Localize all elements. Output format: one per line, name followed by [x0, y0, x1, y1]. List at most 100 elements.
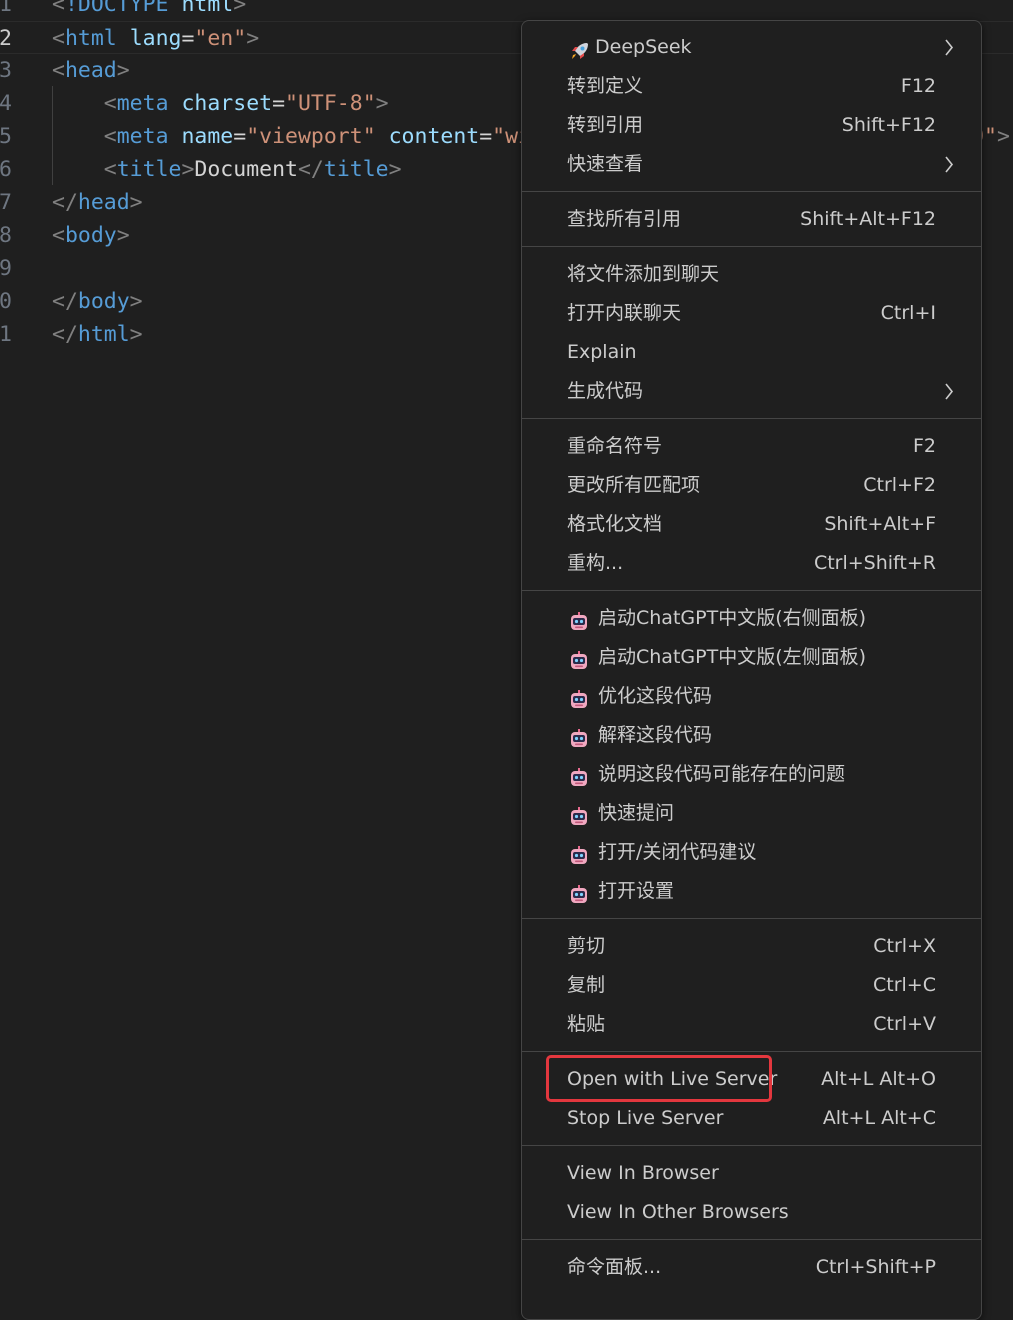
menu-item-label: 格式化文档	[567, 513, 663, 535]
code-token: </	[52, 322, 78, 347]
menu-item-explain[interactable]: Explain	[522, 333, 981, 372]
keyboard-shortcut: F12	[900, 75, 936, 97]
code-token: title	[116, 157, 182, 182]
menu-item-g5-2[interactable]: 粘贴 Ctrl+V	[522, 1005, 981, 1044]
menu-item-g4-7[interactable]: 打开设置	[522, 872, 981, 911]
keyboard-shortcut: F2	[912, 435, 936, 457]
robot-icon	[568, 842, 590, 864]
code-token: <	[52, 58, 65, 83]
menu-item-g3-2[interactable]: 格式化文档 Shift+Alt+F	[522, 505, 981, 544]
menu-item-label: 打开/关闭代码建议	[598, 841, 757, 863]
menu-item-label: 启动ChatGPT中文版(右侧面板)	[598, 607, 867, 629]
keyboard-shortcut: Ctrl+I	[880, 302, 936, 324]
menu-item-label: 剪切	[567, 935, 606, 957]
code-token: <	[52, 0, 65, 17]
menu-item-view-in-browser[interactable]: View In Browser	[522, 1154, 981, 1193]
menu-item-g0-3[interactable]: 快速查看	[522, 145, 981, 184]
code-token: body	[64, 223, 117, 248]
code-token: >	[116, 223, 130, 248]
menu-item-g8-0[interactable]: 命令面板... Ctrl+Shift+P	[522, 1248, 981, 1287]
code-token: Document	[194, 157, 298, 182]
keyboard-shortcut: Ctrl+X	[873, 935, 936, 957]
menu-item-g4-4[interactable]: 说明这段代码可能存在的问题	[522, 755, 981, 794]
menu-item-g4-3[interactable]: 解释这段代码	[522, 716, 981, 755]
menu-separator	[522, 590, 981, 591]
menu-item-g4-0[interactable]: 启动ChatGPT中文版(右侧面板)	[522, 599, 981, 638]
robot-icon	[568, 608, 590, 630]
menu-item-g2-0[interactable]: 将文件添加到聊天	[522, 255, 981, 294]
menu-item-g3-3[interactable]: 重构... Ctrl+Shift+R	[522, 544, 981, 583]
menu-item-stop-live-server[interactable]: Stop Live Server Alt+L Alt+C	[522, 1099, 981, 1138]
code-token: >	[388, 157, 402, 182]
line-number: 4	[0, 91, 12, 116]
code-token: "UTF-8"	[285, 91, 376, 116]
code-token: content	[388, 124, 480, 149]
line-number: 6	[0, 157, 12, 182]
code-token: <	[103, 91, 117, 116]
menu-item-open-with-live-server[interactable]: Open with Live Server Alt+L Alt+O	[522, 1060, 981, 1099]
robot-icon	[568, 803, 590, 825]
code-text: <!DOCTYPE html>	[52, 0, 246, 21]
code-token: =	[181, 26, 195, 51]
keyboard-shortcut: Ctrl+Shift+P	[815, 1256, 936, 1278]
menu-item-g1-0[interactable]: 查找所有引用 Shift+Alt+F12	[522, 200, 981, 239]
code-token: "viewport"	[246, 124, 376, 149]
menu-item-g2-1[interactable]: 打开内联聊天 Ctrl+I	[522, 294, 981, 333]
menu-item-label: 复制	[567, 974, 606, 996]
code-token: lang	[129, 26, 182, 51]
keyboard-shortcut: Shift+Alt+F	[824, 513, 936, 535]
code-token: >	[246, 26, 260, 51]
keyboard-shortcut: Shift+F12	[841, 114, 936, 136]
menu-separator	[522, 918, 981, 919]
menu-item-label: Open with Live Server	[567, 1068, 778, 1090]
code-text: </body>	[52, 285, 143, 318]
code-line[interactable]: 1 <!DOCTYPE html>	[0, 0, 1013, 21]
menu-item-g5-0[interactable]: 剪切 Ctrl+X	[522, 927, 981, 966]
line-number: 7	[0, 190, 12, 215]
rocket-icon	[569, 37, 591, 59]
code-token: </	[52, 289, 78, 314]
menu-item-label: 打开内联聊天	[567, 302, 682, 324]
code-token: >	[997, 124, 1010, 149]
code-token: =	[233, 124, 247, 149]
menu-separator	[522, 191, 981, 192]
menu-item-g3-0[interactable]: 重命名符号 F2	[522, 427, 981, 466]
code-token: html	[181, 0, 234, 17]
keyboard-shortcut: Ctrl+Shift+R	[813, 552, 936, 574]
menu-item-label: 粘贴	[567, 1013, 606, 1035]
code-token: !DOCTYPE	[64, 0, 169, 17]
code-token: >	[129, 190, 143, 215]
menu-separator	[522, 1239, 981, 1240]
menu-item-deepseek[interactable]: DeepSeek	[522, 28, 981, 67]
keyboard-shortcut: Alt+L Alt+C	[822, 1107, 936, 1129]
menu-item-g5-1[interactable]: 复制 Ctrl+C	[522, 966, 981, 1005]
code-token: <	[52, 26, 65, 51]
menu-item-g4-1[interactable]: 启动ChatGPT中文版(左侧面板)	[522, 638, 981, 677]
chevron-right-icon	[941, 28, 957, 67]
menu-item-label: 说明这段代码可能存在的问题	[598, 763, 846, 785]
menu-item-g4-5[interactable]: 快速提问	[522, 794, 981, 833]
code-text: </head>	[52, 186, 143, 219]
menu-item-g0-1[interactable]: 转到定义 F12	[522, 67, 981, 106]
code-text: <title>Document</title>	[52, 153, 402, 186]
menu-item-g4-6[interactable]: 打开/关闭代码建议	[522, 833, 981, 872]
line-number: 8	[0, 223, 12, 248]
menu-item-label: 生成代码	[567, 380, 644, 402]
line-number: 1	[0, 322, 12, 347]
menu-item-g3-1[interactable]: 更改所有匹配项 Ctrl+F2	[522, 466, 981, 505]
robot-icon	[568, 881, 590, 903]
line-number: 1	[0, 0, 12, 17]
menu-item-g2-3[interactable]: 生成代码	[522, 372, 981, 411]
menu-item-g0-2[interactable]: 转到引用 Shift+F12	[522, 106, 981, 145]
menu-item-g4-2[interactable]: 优化这段代码	[522, 677, 981, 716]
keyboard-shortcut: Shift+Alt+F12	[800, 208, 936, 230]
menu-item-view-in-other-browsers[interactable]: View In Other Browsers	[522, 1193, 981, 1232]
code-token: <	[103, 124, 117, 149]
menu-item-label: 更改所有匹配项	[567, 474, 701, 496]
code-text: <meta charset="UTF-8">	[52, 87, 389, 120]
code-token: html	[77, 322, 130, 347]
line-number: 0	[0, 289, 12, 314]
